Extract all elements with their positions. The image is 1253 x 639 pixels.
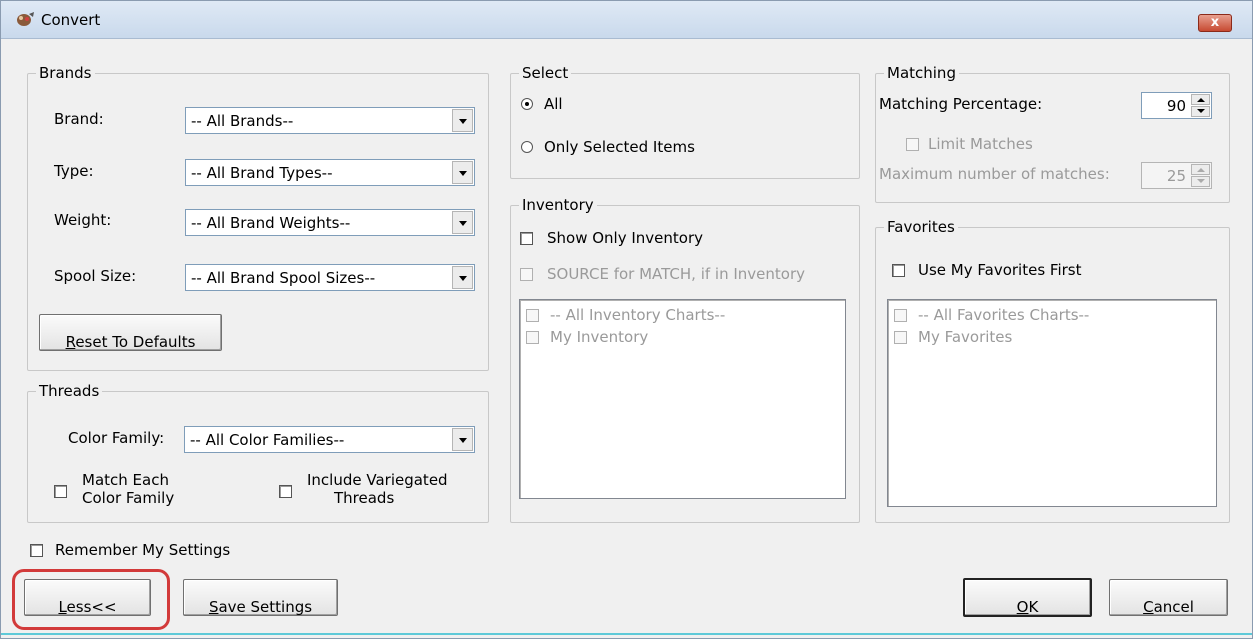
show-only-inventory-checkbox[interactable] — [520, 232, 533, 245]
favorites-group-label: Favorites — [884, 218, 958, 236]
use-favorites-first-checkbox[interactable] — [892, 264, 905, 277]
brand-select[interactable]: -- All Brands-- — [185, 107, 475, 134]
match-each-label-line2: Color Family — [82, 489, 175, 507]
title-bar[interactable]: Convert x — [1, 1, 1252, 39]
color-family-select[interactable]: -- All Color Families-- — [184, 426, 475, 453]
chevron-down-icon[interactable] — [452, 211, 473, 234]
match-each-color-family-checkbox[interactable] — [54, 485, 67, 498]
inventory-charts-list[interactable]: -- All Inventory Charts-- My Inventory — [519, 299, 846, 499]
highlight-annotation — [12, 569, 170, 630]
bottom-border — [1, 633, 1252, 635]
brand-label: Brand: — [54, 110, 104, 128]
inventory-group: Inventory Show Only Inventory SOURCE for… — [510, 196, 860, 523]
weight-label: Weight: — [54, 211, 112, 229]
save-settings-button[interactable]: Save Settings — [183, 579, 338, 616]
list-item-checkbox[interactable] — [526, 331, 539, 344]
matching-group: Matching Matching Percentage: 90 Limit M… — [875, 64, 1230, 203]
favorites-charts-list[interactable]: -- All Favorites Charts-- My Favorites — [887, 299, 1217, 507]
source-for-match-checkbox[interactable] — [520, 268, 533, 281]
threads-group: Threads Color Family: -- All Color Famil… — [27, 382, 489, 523]
reset-to-defaults-button[interactable]: Reset To Defaults — [39, 314, 222, 351]
only-selected-radio[interactable] — [521, 141, 533, 153]
spool-size-select[interactable]: -- All Brand Spool Sizes-- — [185, 264, 475, 291]
close-icon: x — [1210, 15, 1220, 30]
close-button[interactable]: x — [1198, 14, 1232, 32]
remember-settings-label: Remember My Settings — [55, 541, 231, 559]
window-title: Convert — [41, 11, 101, 29]
app-icon — [17, 12, 34, 26]
stepper-down-icon[interactable] — [1191, 176, 1210, 187]
spool-size-label: Spool Size: — [54, 267, 137, 285]
match-each-label-line1: Match Each — [82, 471, 169, 489]
list-item-checkbox[interactable] — [894, 309, 907, 322]
chevron-down-icon[interactable] — [452, 428, 473, 451]
weight-select[interactable]: -- All Brand Weights-- — [185, 209, 475, 236]
select-group-label: Select — [519, 64, 572, 82]
type-label: Type: — [54, 162, 94, 180]
only-selected-label: Only Selected Items — [544, 138, 695, 156]
chevron-down-icon[interactable] — [452, 266, 473, 289]
cancel-button[interactable]: Cancel — [1109, 579, 1228, 616]
convert-dialog: Convert x Brands Brand: -- All Brands-- … — [0, 0, 1253, 639]
list-item-checkbox[interactable] — [526, 309, 539, 322]
matching-percentage-stepper[interactable]: 90 — [1141, 92, 1212, 119]
use-favorites-first-label: Use My Favorites First — [918, 261, 1082, 279]
remember-settings-checkbox[interactable] — [30, 544, 43, 557]
max-matches-label: Maximum number of matches: — [879, 165, 1110, 183]
include-variegated-checkbox[interactable] — [279, 485, 292, 498]
brands-group-label: Brands — [36, 64, 95, 82]
type-select[interactable]: -- All Brand Types-- — [185, 159, 475, 186]
matching-percentage-label: Matching Percentage: — [879, 95, 1043, 113]
chevron-down-icon[interactable] — [452, 161, 473, 184]
stepper-up-icon[interactable] — [1191, 94, 1210, 105]
chevron-down-icon[interactable] — [452, 109, 473, 132]
limit-matches-label: Limit Matches — [928, 135, 1033, 153]
include-variegated-label-line2: Threads — [334, 489, 395, 507]
brands-group: Brands Brand: -- All Brands-- Type: -- A… — [27, 64, 489, 371]
limit-matches-checkbox[interactable] — [906, 138, 919, 151]
select-all-label: All — [544, 95, 563, 113]
source-for-match-label: SOURCE for MATCH, if in Inventory — [547, 265, 806, 283]
inventory-group-label: Inventory — [519, 196, 597, 214]
select-all-radio[interactable] — [521, 98, 533, 110]
max-matches-stepper[interactable]: 25 — [1141, 162, 1212, 189]
list-item-checkbox[interactable] — [894, 331, 907, 344]
show-only-inventory-label: Show Only Inventory — [547, 229, 704, 247]
include-variegated-label-line1: Include Variegated — [307, 471, 448, 489]
ok-button[interactable]: OK — [963, 578, 1092, 617]
stepper-up-icon[interactable] — [1191, 164, 1210, 175]
stepper-down-icon[interactable] — [1191, 106, 1210, 117]
matching-group-label: Matching — [884, 64, 959, 82]
color-family-label: Color Family: — [68, 429, 165, 447]
select-group: Select All Only Selected Items — [510, 64, 860, 179]
favorites-group: Favorites Use My Favorites First -- All … — [875, 218, 1230, 523]
threads-group-label: Threads — [36, 382, 103, 400]
